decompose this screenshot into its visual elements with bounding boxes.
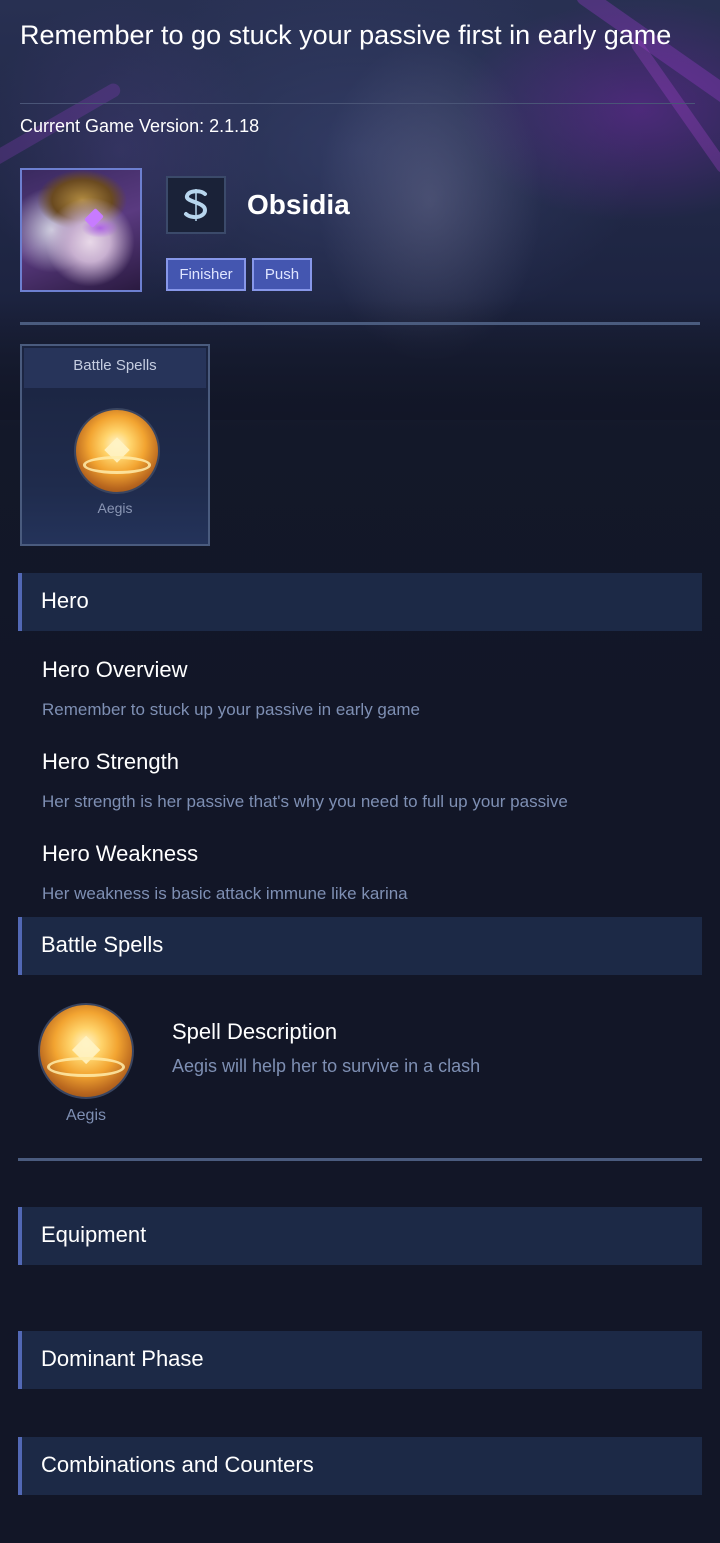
hero-overview-text: Remember to stuck up your passive in ear… (42, 700, 420, 719)
section-header-equipment[interactable]: Equipment (18, 1207, 702, 1265)
aegis-orb-icon (38, 1003, 134, 1099)
spell-description-text: Aegis will help her to survive in a clas… (172, 1056, 481, 1076)
hero-weakness-text: Her weakness is basic attack immune like… (42, 884, 408, 903)
hero-weakness-title: Hero Weakness (42, 841, 199, 866)
spell-name: Aegis (65, 1107, 107, 1124)
spell-description-title: Spell Description (172, 1019, 338, 1044)
hero-strength-title: Hero Strength (42, 749, 179, 774)
game-version: Current Game Version: 2.1.18 (20, 115, 259, 137)
section-header-combinations-counters[interactable]: Combinations and Counters (18, 1437, 702, 1495)
role-tag-push: Push (252, 258, 312, 291)
hero-portrait[interactable] (20, 168, 142, 292)
title-divider (20, 103, 695, 104)
hero-name: Obsidia (247, 189, 350, 220)
version-value: 2.1.18 (209, 116, 260, 136)
role-tag-finisher: Finisher (166, 258, 246, 291)
page-title: Remember to go stuck your passive first … (20, 20, 672, 50)
section-header-battle-spells[interactable]: Battle Spells (18, 917, 702, 975)
spell-name: Aegis (97, 500, 133, 516)
battle-spells-card[interactable]: Battle Spells Aegis (20, 344, 210, 546)
section-divider (18, 1158, 702, 1161)
section-header-hero[interactable]: Hero (18, 573, 702, 631)
hero-overview-title: Hero Overview (42, 657, 188, 682)
battle-spells-card-header: Battle Spells (24, 348, 206, 388)
version-label: Current Game Version: (20, 116, 205, 136)
hero-strength-text: Her strength is her passive that's why y… (42, 792, 568, 811)
section-header-dominant-phase[interactable]: Dominant Phase (18, 1331, 702, 1389)
header-divider (20, 322, 700, 325)
aegis-orb-icon (74, 408, 160, 494)
assassin-s-icon (166, 176, 226, 234)
